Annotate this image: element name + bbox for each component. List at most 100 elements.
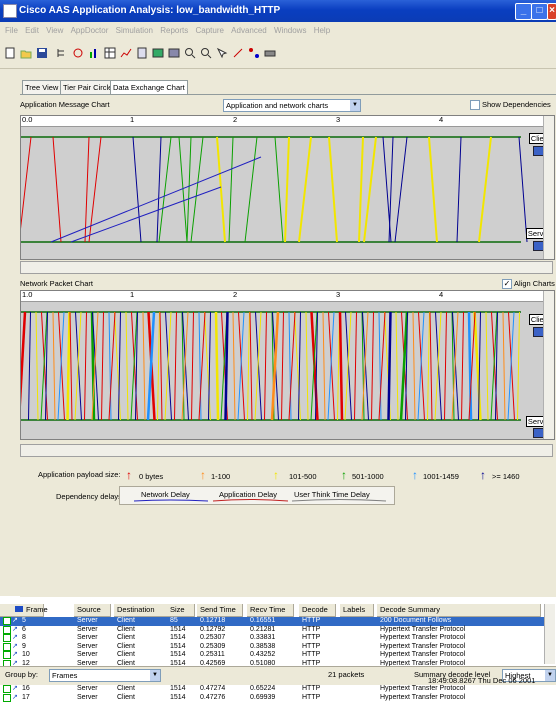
packet-arrow bbox=[265, 312, 267, 420]
table-row[interactable]: ↗17ServerClient15140.472760.69939HTTPHyp… bbox=[0, 694, 544, 702]
column-header-decode[interactable]: Decode bbox=[299, 604, 336, 617]
app-chart-vscroll[interactable] bbox=[543, 116, 554, 259]
table-row[interactable]: ↗10ServerClient15140.253110.43252HTTPHyp… bbox=[0, 651, 544, 660]
menu-capture[interactable]: Capture bbox=[195, 26, 223, 35]
table-row[interactable]: ↗16ServerClient15140.472740.65224HTTPHyp… bbox=[0, 685, 544, 694]
bar-chart-icon[interactable] bbox=[88, 47, 100, 59]
show-dependencies-checkbox[interactable] bbox=[470, 100, 480, 110]
toolbar bbox=[0, 40, 556, 69]
packet-arrow bbox=[282, 312, 284, 420]
select-icon[interactable] bbox=[216, 47, 228, 59]
packet-arrow bbox=[340, 312, 342, 420]
app-chart-hscroll[interactable] bbox=[20, 261, 553, 274]
message-arrow bbox=[85, 137, 89, 242]
annotate-icon[interactable] bbox=[232, 47, 244, 59]
cell-destination: Client bbox=[117, 651, 135, 660]
tree-icon[interactable] bbox=[56, 47, 68, 59]
print-icon[interactable] bbox=[264, 47, 276, 59]
menu-view[interactable]: View bbox=[46, 26, 63, 35]
tab-data-exchange-chart[interactable]: Data Exchange Chart bbox=[110, 80, 188, 95]
cell-recv: 0.21281 bbox=[250, 626, 275, 635]
menu-reports[interactable]: Reports bbox=[160, 26, 188, 35]
checkbox-icon[interactable] bbox=[3, 643, 11, 651]
menu-help[interactable]: Help bbox=[314, 26, 330, 35]
zoom-out-icon[interactable] bbox=[200, 47, 212, 59]
packet-table: Frame Source Destination Size Send Time … bbox=[0, 604, 556, 664]
column-header-frame[interactable]: Frame bbox=[0, 604, 44, 617]
flow-icon[interactable] bbox=[248, 47, 260, 59]
align-charts-checkbox[interactable]: ✓ bbox=[502, 279, 512, 289]
message-arrow bbox=[191, 137, 203, 242]
cell-destination: Client bbox=[117, 685, 135, 694]
grid-icon[interactable] bbox=[104, 47, 116, 59]
packet-arrow bbox=[102, 312, 104, 420]
new-icon[interactable] bbox=[4, 47, 16, 59]
tick-label: 3 bbox=[336, 115, 340, 124]
table-icon[interactable] bbox=[152, 47, 164, 59]
menu-simulation[interactable]: Simulation bbox=[116, 26, 153, 35]
cell-decode: HTTP bbox=[302, 651, 320, 660]
open-icon[interactable] bbox=[20, 47, 32, 59]
checkbox-icon[interactable] bbox=[3, 685, 11, 693]
table-row[interactable]: ↗5ServerClient850.127180.16551HTTP200 Do… bbox=[0, 617, 544, 626]
column-header-send-time[interactable]: Send Time bbox=[197, 604, 243, 617]
menu-file[interactable]: File bbox=[5, 26, 18, 35]
column-header-size[interactable]: Size bbox=[167, 604, 195, 617]
cell-recv: 0.38538 bbox=[250, 643, 275, 652]
maximize-button[interactable]: □ bbox=[531, 3, 548, 20]
app-chart-canvas bbox=[21, 127, 544, 259]
payload-legend-label: 0 bytes bbox=[139, 472, 163, 481]
zoom-in-icon[interactable] bbox=[184, 47, 196, 59]
report-icon[interactable] bbox=[136, 47, 148, 59]
view-select[interactable]: Application and network charts ▼ bbox=[223, 99, 361, 112]
packet-arrow bbox=[233, 312, 235, 420]
packet-arrow bbox=[486, 312, 488, 420]
column-header-source[interactable]: Source bbox=[74, 604, 111, 617]
application-message-chart[interactable]: 0.0 1 2 3 4 Client Server bbox=[20, 115, 555, 260]
column-header-decode-summary[interactable]: Decode Summary bbox=[377, 604, 541, 617]
packet-chart-hscroll[interactable] bbox=[20, 444, 553, 457]
checkbox-icon[interactable] bbox=[3, 651, 11, 659]
menu-windows[interactable]: Windows bbox=[274, 26, 306, 35]
column-header-destination[interactable]: Destination bbox=[114, 604, 168, 617]
minimize-button[interactable]: _ bbox=[515, 3, 532, 20]
packet-arrow bbox=[445, 312, 447, 420]
packet-arrow bbox=[248, 312, 250, 420]
cell-summary: Hypertext Transfer Protocol bbox=[380, 626, 465, 635]
checkbox-icon[interactable] bbox=[3, 617, 11, 625]
view-select-value: Application and network charts bbox=[226, 101, 328, 110]
tick-label: 2 bbox=[233, 290, 237, 299]
column-header-labels[interactable]: Labels bbox=[340, 604, 374, 617]
table-row[interactable]: ↗8ServerClient15140.253070.33831HTTPHype… bbox=[0, 634, 544, 643]
chart-icon[interactable] bbox=[120, 47, 132, 59]
column-header-recv-time[interactable]: Recv Time bbox=[247, 604, 294, 617]
yellow-arrow-icon: ↑ bbox=[273, 468, 279, 482]
message-arrow bbox=[285, 137, 289, 242]
cell-recv: 0.69939 bbox=[250, 694, 275, 702]
cell-summary: Hypertext Transfer Protocol bbox=[380, 685, 465, 694]
checkbox-icon[interactable] bbox=[3, 626, 11, 634]
menu-edit[interactable]: Edit bbox=[25, 26, 39, 35]
tab-tier-pair-circle[interactable]: Tier Pair Circle bbox=[60, 80, 114, 94]
tab-tree-view[interactable]: Tree View bbox=[22, 80, 62, 94]
cell-frame: 9 bbox=[22, 643, 26, 652]
message-arrow bbox=[395, 137, 407, 242]
table-row[interactable]: ↗9ServerClient15140.253090.38538HTTPHype… bbox=[0, 643, 544, 652]
menu-advanced[interactable]: Advanced bbox=[231, 26, 267, 35]
checkbox-icon[interactable] bbox=[3, 634, 11, 642]
packet-chart-vscroll[interactable] bbox=[543, 291, 554, 439]
table-vscroll[interactable] bbox=[544, 604, 555, 664]
checkbox-icon[interactable] bbox=[3, 694, 11, 702]
message-arrow bbox=[479, 137, 491, 242]
close-button[interactable]: × bbox=[547, 3, 556, 20]
tick-label: 4 bbox=[439, 290, 443, 299]
window-title: Cisco AAS Application Analysis: low_band… bbox=[19, 5, 280, 16]
circle-icon[interactable] bbox=[72, 47, 84, 59]
compare-icon[interactable] bbox=[168, 47, 180, 59]
cell-decode: HTTP bbox=[302, 617, 320, 626]
table-row[interactable]: ↗6ServerClient15140.127920.21281HTTPHype… bbox=[0, 626, 544, 635]
menu-appdoctor[interactable]: AppDoctor bbox=[71, 26, 109, 35]
packet-arrow bbox=[21, 312, 25, 420]
network-packet-chart[interactable]: 1.0 1 2 3 4 Client Server bbox=[20, 290, 555, 440]
save-icon[interactable] bbox=[36, 47, 48, 59]
